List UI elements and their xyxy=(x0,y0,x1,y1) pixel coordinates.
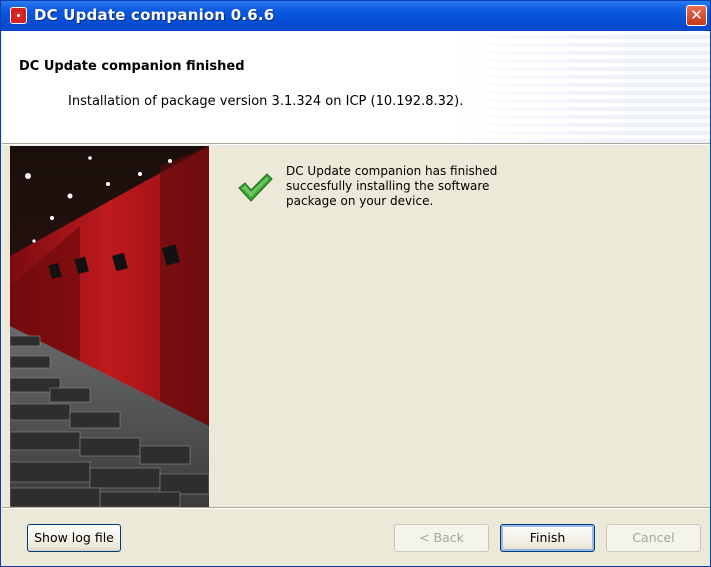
cinema-side-image xyxy=(10,146,209,507)
back-button[interactable]: < Back xyxy=(394,524,489,552)
window-title: DC Update companion 0.6.6 xyxy=(34,6,275,24)
message-line: package on your device. xyxy=(286,194,434,208)
title-bar[interactable]: DC Update companion 0.6.6 ✕ xyxy=(1,1,710,31)
installer-window: DC Update companion 0.6.6 ✕ DC Update co… xyxy=(0,0,711,567)
cancel-button[interactable]: Cancel xyxy=(606,524,701,552)
message-line: DC Update companion has finished xyxy=(286,164,498,178)
header-title: DC Update companion finished xyxy=(19,59,245,74)
close-button[interactable]: ✕ xyxy=(686,5,707,26)
finish-button[interactable]: Finish xyxy=(500,524,595,552)
header-decoration xyxy=(450,31,710,143)
header-subtitle: Installation of package version 3.1.324 … xyxy=(68,94,464,109)
message-line: succesfully installing the software xyxy=(286,179,490,193)
completion-message: DC Update companion has finished succesf… xyxy=(286,164,526,209)
footer-separator xyxy=(2,507,710,509)
app-icon[interactable] xyxy=(10,7,27,24)
wizard-header: DC Update companion finished Installatio… xyxy=(2,31,710,143)
header-separator xyxy=(2,143,710,145)
show-log-file-button[interactable]: Show log file xyxy=(27,524,121,552)
green-checkmark-icon xyxy=(238,173,273,202)
